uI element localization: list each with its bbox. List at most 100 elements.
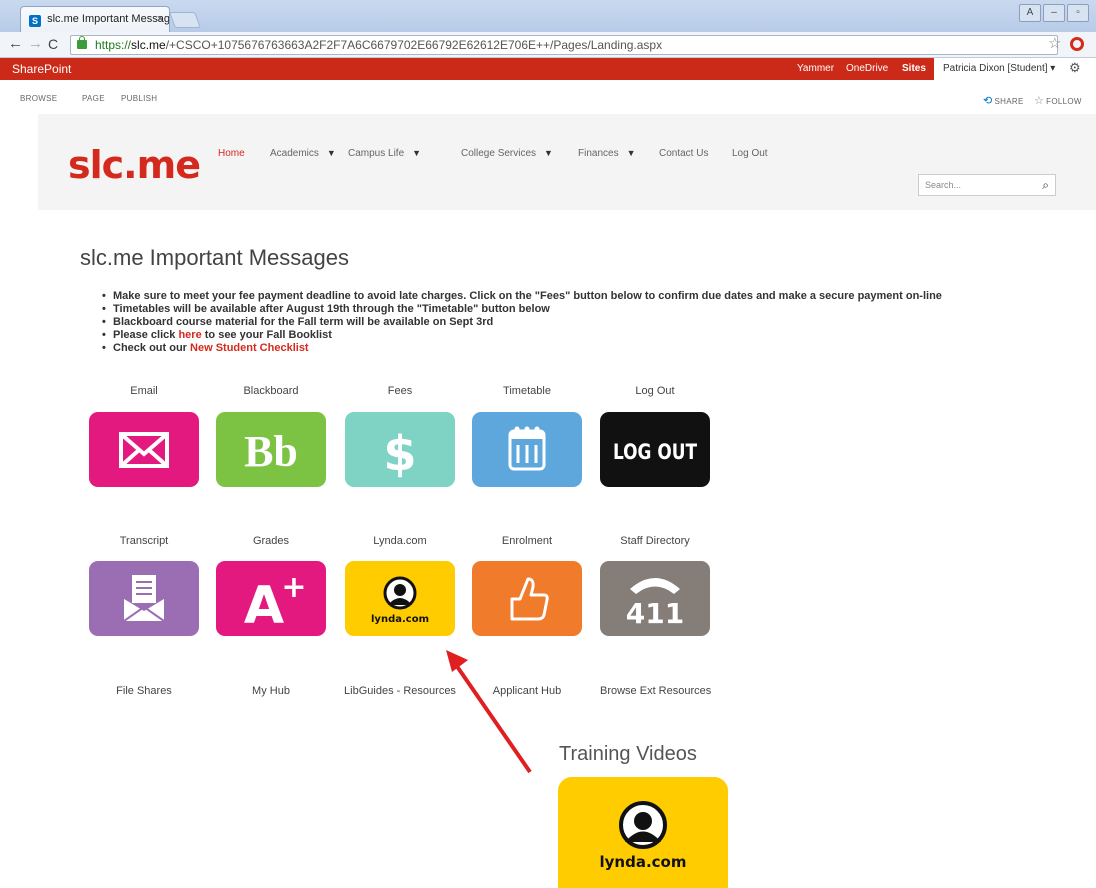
staff-directory-tile[interactable]: 411 [600, 561, 710, 636]
grades-label[interactable]: Grades [216, 535, 326, 547]
lynda-logo-icon: lynda.com [558, 777, 728, 888]
file-shares-link[interactable]: File Shares [89, 685, 199, 697]
bookmark-star-icon[interactable]: ☆ [1048, 36, 1061, 52]
profile-icon[interactable]: A [1019, 4, 1041, 22]
message-item: Timetables will be available after Augus… [102, 303, 942, 316]
transcript-label[interactable]: Transcript [89, 535, 199, 547]
calendar-icon [472, 412, 582, 487]
envelope-icon [89, 412, 199, 487]
nav-college-services[interactable]: College Services ▼ [461, 148, 553, 159]
forward-arrow-icon[interactable]: → [28, 36, 43, 52]
staff-directory-label[interactable]: Staff Directory [600, 535, 710, 547]
message-text-pre: Check out our [113, 342, 191, 354]
site-header: slc.me Home Academics ▼ Campus Life ▼ Coll… [38, 114, 1096, 210]
lynda-tile[interactable]: lynda.com [345, 561, 455, 636]
browser-tab[interactable]: S slc.me Important Messag… × [20, 6, 170, 32]
minimize-button[interactable]: – [1043, 4, 1065, 22]
browse-ext-resources-link[interactable]: Browse Ext Resources [600, 685, 711, 697]
fees-glyph: $ [383, 426, 416, 482]
grades-glyph: A [244, 576, 284, 636]
dollar-icon: $ [345, 412, 455, 487]
maximize-button[interactable]: ▫ [1067, 4, 1089, 22]
blackboard-label[interactable]: Blackboard [216, 385, 326, 397]
fees-tile[interactable]: $ [345, 412, 455, 487]
follow-label: FOLLOW [1046, 97, 1082, 106]
caret-down-icon[interactable]: ▼ [627, 148, 636, 158]
search-icon[interactable]: ⌕ [1042, 178, 1049, 193]
nav-academics[interactable]: Academics ▼ [270, 148, 336, 159]
caret-down-icon[interactable]: ▼ [412, 148, 421, 158]
share-button[interactable]: ⟲ SHARE [983, 94, 1024, 107]
page-title: slc.me Important Messages [80, 245, 349, 270]
back-arrow-icon[interactable]: ← [8, 36, 23, 52]
share-icon: ⟲ [983, 95, 993, 107]
document-envelope-icon [89, 561, 199, 636]
sites-link[interactable]: Sites [902, 63, 926, 74]
my-hub-link[interactable]: My Hub [216, 685, 326, 697]
message-item: Blackboard course material for the Fall … [102, 316, 942, 329]
site-logo[interactable]: slc.me [68, 143, 201, 187]
message-item: Check out our New Student Checklist [102, 342, 942, 355]
sharepoint-brand-link[interactable]: SharePoint [12, 62, 71, 76]
ribbon-tab-page[interactable]: PAGE [82, 94, 105, 103]
blackboard-glyph: Bb [244, 427, 298, 476]
lynda-label[interactable]: Lynda.com [345, 535, 455, 547]
lynda-tile-text: lynda.com [371, 614, 429, 625]
new-tab-button[interactable] [169, 12, 201, 28]
grades-plus-glyph: + [281, 570, 306, 605]
nav-campus-life-label: Campus Life [348, 148, 405, 159]
address-bar[interactable]: https://slc.me/+CSCO+1075676763663A2F2F7… [70, 35, 1058, 55]
nav-finances[interactable]: Finances ▼ [578, 148, 636, 159]
message-text-post: to see your Fall Booklist [201, 329, 332, 341]
reload-icon[interactable]: C [48, 36, 58, 52]
gear-icon[interactable]: ⚙ [1069, 61, 1081, 75]
training-videos-tile[interactable]: lynda.com [558, 777, 728, 888]
url-path: /+CSCO+1075676763663A2F2F7A6C6679702E667… [165, 38, 663, 52]
grades-tile[interactable]: A + [216, 561, 326, 636]
nav-contact-us[interactable]: Contact Us [659, 148, 708, 159]
caret-down-icon[interactable]: ▼ [544, 148, 553, 158]
nav-home[interactable]: Home [218, 148, 245, 159]
annotation-arrow-icon [446, 650, 532, 774]
share-label: SHARE [994, 97, 1024, 106]
email-label[interactable]: Email [89, 385, 199, 397]
ribbon-tab-browse[interactable]: BROWSE [20, 94, 57, 103]
user-name: Patricia Dixon [Student] ▾ [943, 63, 1056, 74]
logout-tile[interactable]: LOG OUT [600, 412, 710, 487]
message-text: Make sure to meet your fee payment deadl… [113, 290, 942, 302]
training-logo-text: lynda.com [600, 853, 687, 871]
url-host: slc.me [131, 38, 166, 52]
fees-label[interactable]: Fees [345, 385, 455, 397]
close-tab-icon[interactable]: × [157, 13, 163, 25]
transcript-tile[interactable] [89, 561, 199, 636]
follow-button[interactable]: ☆ FOLLOW [1034, 94, 1082, 107]
sharepoint-suite-bar: SharePoint Yammer OneDrive Sites Patrici… [0, 58, 1096, 80]
timetable-label[interactable]: Timetable [472, 385, 582, 397]
new-student-checklist-link[interactable]: New Student Checklist [190, 342, 309, 354]
blackboard-logo-icon: Bb [216, 412, 326, 487]
nav-campus-life[interactable]: Campus Life ▼ [348, 148, 421, 159]
browser-tab-strip: S slc.me Important Messag… × A – ▫ [0, 0, 1096, 32]
nav-college-services-label: College Services [461, 148, 537, 159]
email-tile[interactable] [89, 412, 199, 487]
browser-toolbar: ← → C https://slc.me/+CSCO+1075676763663… [0, 32, 1096, 58]
nav-log-out[interactable]: Log Out [732, 148, 768, 159]
yammer-link[interactable]: Yammer [797, 63, 834, 74]
search-input[interactable]: Search... ⌕ [918, 174, 1056, 196]
training-videos-title: Training Videos [559, 743, 697, 765]
booklist-link[interactable]: here [178, 329, 201, 341]
thumbs-up-icon [472, 561, 582, 636]
ribbon-tab-publish[interactable]: PUBLISH [121, 94, 157, 103]
caret-down-icon[interactable]: ▼ [327, 148, 336, 158]
onedrive-link[interactable]: OneDrive [846, 63, 888, 74]
enrolment-label[interactable]: Enrolment [472, 535, 582, 547]
extension-icon[interactable] [1070, 37, 1084, 51]
a-plus-icon: A + [216, 561, 326, 636]
nav-academics-label: Academics [270, 148, 319, 159]
blackboard-tile[interactable]: Bb [216, 412, 326, 487]
staff-glyph: 411 [626, 597, 684, 630]
logout-label[interactable]: Log Out [600, 385, 710, 397]
enrolment-tile[interactable] [472, 561, 582, 636]
timetable-tile[interactable] [472, 412, 582, 487]
lynda-logo-icon: lynda.com [345, 561, 455, 636]
